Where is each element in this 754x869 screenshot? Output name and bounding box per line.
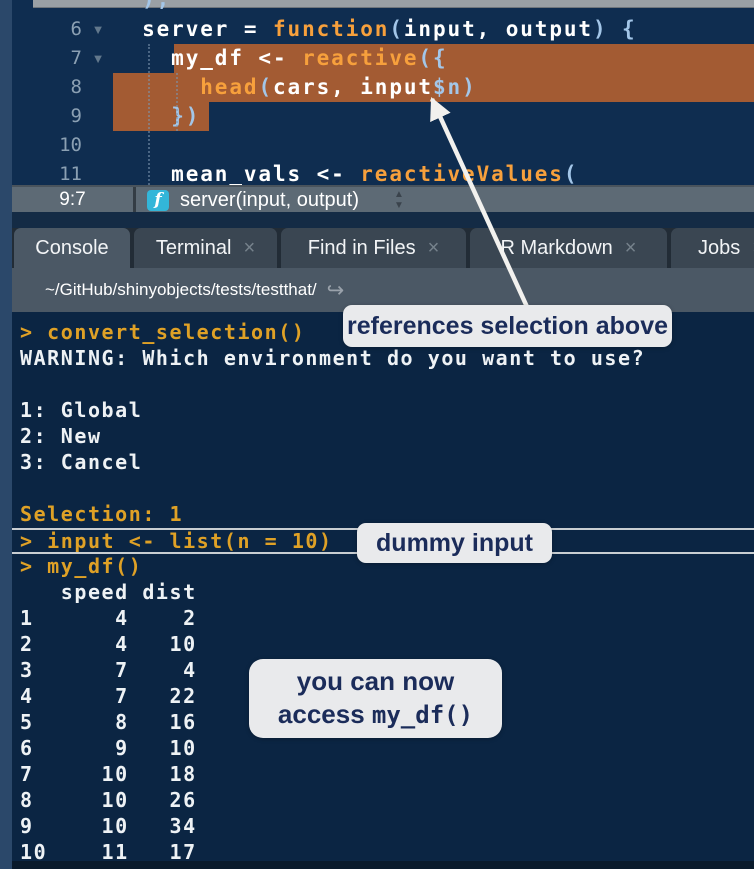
rstudio-window: ),6▼ server = function(input, output) {7… [0, 0, 754, 869]
fold-arrow-icon[interactable]: ▼ [88, 44, 108, 73]
indent-guide [148, 44, 150, 189]
code-text: ), [113, 0, 171, 14]
console-line: 3: Cancel [12, 450, 754, 476]
cursor-position: 9:7 [12, 187, 133, 212]
tab-terminal[interactable]: Terminal × [134, 228, 277, 268]
tab-find-in-files[interactable]: Find in Files × [281, 228, 466, 268]
console-line [12, 476, 754, 502]
goto-directory-icon[interactable]: ↪ [327, 278, 345, 303]
close-icon[interactable]: × [625, 237, 637, 260]
status-divider [133, 187, 136, 212]
line-number: 8 [12, 73, 82, 102]
tab-label: Find in Files [308, 237, 416, 260]
line-number: 10 [12, 131, 82, 160]
console-line: 7 10 18 [12, 762, 754, 788]
line-number: 9 [12, 102, 82, 131]
close-icon[interactable]: × [428, 237, 440, 260]
code-text: my_df <- reactive({ [113, 44, 448, 73]
console-line: 2: New [12, 424, 754, 450]
access-note-line2: access my_df() [278, 698, 473, 732]
editor-status-bar: 9:7 f server(input, output) ▲ ▼ [12, 185, 754, 212]
console-line: 1 4 2 [12, 606, 754, 632]
console-output[interactable]: > convert_selection()WARNING: Which envi… [12, 312, 754, 869]
indent-guide [176, 73, 178, 131]
tab-label: Jobs [698, 237, 740, 260]
console-line: WARNING: Which environment do you want t… [12, 346, 754, 372]
console-line: 6 9 10 [12, 736, 754, 762]
scope-chevron-updown-icon[interactable]: ▲ ▼ [392, 189, 406, 211]
console-line: 2 4 10 [12, 632, 754, 658]
code-line: 7▼ my_df <- reactive({ [12, 44, 754, 73]
source-editor-pane[interactable]: ),6▼ server = function(input, output) {7… [12, 0, 754, 212]
console-line: 8 10 26 [12, 788, 754, 814]
code-line: ), [12, 0, 754, 14]
fold-arrow-icon[interactable]: ▼ [88, 15, 108, 44]
line-number: 7 [12, 44, 82, 73]
tab-label: R Markdown [501, 237, 613, 260]
console-line [12, 372, 754, 398]
console-line: speed dist [12, 580, 754, 606]
code-text: head(cars, input$n) [113, 73, 477, 102]
tab-label: Console [35, 237, 108, 260]
reference-note: references selection above [343, 305, 672, 347]
code-text: server = function(input, output) { [113, 15, 637, 44]
tab-jobs[interactable]: Jobs× [671, 228, 754, 268]
working-directory-path: ~/GitHub/shinyobjects/tests/testthat/ [45, 280, 317, 300]
code-line: 8 head(cars, input$n) [12, 73, 754, 102]
code-text: }) [113, 102, 200, 131]
tab-label: Terminal [156, 237, 232, 260]
console-tab-bar: ConsoleTerminal×Find in Files×R Markdown… [12, 228, 754, 268]
pane-divider[interactable] [12, 212, 754, 228]
access-note: you can now access my_df() [249, 659, 502, 738]
close-icon[interactable]: × [243, 237, 255, 260]
access-note-line1: you can now [297, 665, 454, 698]
console-bottom-edge [12, 861, 754, 869]
tab-r-markdown[interactable]: R Markdown × [470, 228, 667, 268]
code-line: 10 [12, 131, 754, 160]
line-number: 6 [12, 15, 82, 44]
dummy-input-note: dummy input [357, 523, 552, 563]
access-note-code: my_df() [372, 701, 473, 729]
code-line: 6▼ server = function(input, output) { [12, 15, 754, 44]
function-scope-selector[interactable]: server(input, output) [180, 187, 359, 212]
code-line: 9 }) [12, 102, 754, 131]
tab-console[interactable]: Console [14, 228, 130, 268]
function-icon: f [147, 190, 169, 211]
console-line: 1: Global [12, 398, 754, 424]
console-line: 9 10 34 [12, 814, 754, 840]
